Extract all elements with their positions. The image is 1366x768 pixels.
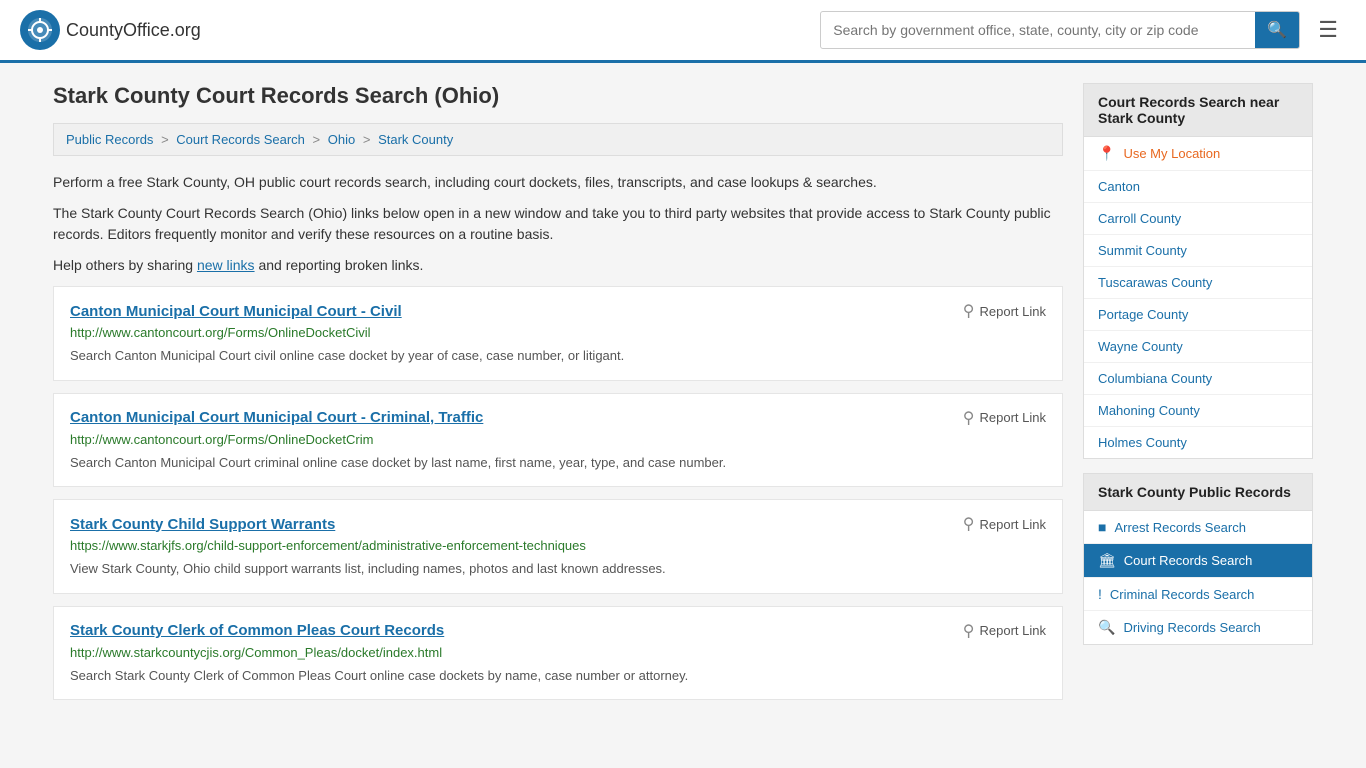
nearby-title: Court Records Search near Stark County — [1084, 84, 1312, 137]
public-record-item[interactable]: ■ Arrest Records Search — [1084, 511, 1312, 544]
nearby-item[interactable]: Portage County — [1084, 299, 1312, 331]
result-item: Canton Municipal Court Municipal Court -… — [53, 286, 1063, 381]
breadcrumb: Public Records > Court Records Search > … — [53, 123, 1063, 156]
location-icon: 📍 — [1098, 145, 1115, 162]
search-input[interactable] — [821, 14, 1255, 46]
result-title[interactable]: Canton Municipal Court Municipal Court -… — [70, 409, 483, 426]
pr-label: Arrest Records Search — [1114, 520, 1246, 535]
public-record-item[interactable]: 🔍 Driving Records Search — [1084, 611, 1312, 644]
public-records-items: ■ Arrest Records Search 🏛 Court Records Sea… — [1084, 511, 1312, 644]
result-desc: Search Canton Municipal Court criminal o… — [70, 453, 1046, 473]
pr-label: Criminal Records Search — [1110, 587, 1255, 602]
breadcrumb-public-records[interactable]: Public Records — [66, 132, 153, 147]
search-bar: 🔍 — [820, 11, 1300, 49]
nearby-link[interactable]: Portage County — [1098, 307, 1188, 322]
result-title-row: Stark County Clerk of Common Pleas Court… — [70, 621, 1046, 641]
nearby-item[interactable]: Holmes County — [1084, 427, 1312, 458]
results-container: Canton Municipal Court Municipal Court -… — [53, 286, 1063, 700]
nearby-item[interactable]: 📍 Use My Location — [1084, 137, 1312, 171]
nearby-link[interactable]: Summit County — [1098, 243, 1187, 258]
page-title: Stark County Court Records Search (Ohio) — [53, 83, 1063, 109]
public-records-title: Stark County Public Records — [1084, 474, 1312, 511]
result-desc: View Stark County, Ohio child support wa… — [70, 559, 1046, 579]
result-title[interactable]: Stark County Child Support Warrants — [70, 516, 335, 533]
public-records-section: Stark County Public Records ■ Arrest Reco… — [1083, 473, 1313, 645]
pr-label: Driving Records Search — [1123, 620, 1260, 635]
result-url[interactable]: https://www.starkjfs.org/child-support-e… — [70, 538, 1046, 553]
nearby-item[interactable]: Tuscarawas County — [1084, 267, 1312, 299]
search-button[interactable]: 🔍 — [1255, 12, 1299, 48]
logo-area: CountyOffice.org — [20, 10, 201, 50]
result-item: Stark County Clerk of Common Pleas Court… — [53, 606, 1063, 701]
report-icon: ⚲ — [963, 514, 975, 534]
result-desc: Search Stark County Clerk of Common Plea… — [70, 666, 1046, 686]
nearby-item[interactable]: Columbiana County — [1084, 363, 1312, 395]
report-icon: ⚲ — [963, 301, 975, 321]
pr-icon: ! — [1098, 586, 1102, 602]
breadcrumb-ohio[interactable]: Ohio — [328, 132, 355, 147]
description-3: Help others by sharing new links and rep… — [53, 255, 1063, 276]
report-link[interactable]: ⚲ Report Link — [963, 621, 1046, 641]
nearby-item[interactable]: Summit County — [1084, 235, 1312, 267]
nearby-items: 📍 Use My Location Canton Carroll County Summ… — [1084, 137, 1312, 458]
report-link[interactable]: ⚲ Report Link — [963, 408, 1046, 428]
nearby-link[interactable]: Holmes County — [1098, 435, 1187, 450]
report-label: Report Link — [980, 304, 1046, 319]
report-icon: ⚲ — [963, 408, 975, 428]
result-title[interactable]: Canton Municipal Court Municipal Court -… — [70, 303, 402, 320]
report-label: Report Link — [980, 517, 1046, 532]
result-title-row: Stark County Child Support Warrants ⚲ Re… — [70, 514, 1046, 534]
use-location-label: Use My Location — [1123, 146, 1220, 161]
result-item: Canton Municipal Court Municipal Court -… — [53, 393, 1063, 488]
result-url[interactable]: http://www.cantoncourt.org/Forms/OnlineD… — [70, 432, 1046, 447]
report-label: Report Link — [980, 410, 1046, 425]
site-header: CountyOffice.org 🔍 ☰ — [0, 0, 1366, 63]
nearby-link[interactable]: Columbiana County — [1098, 371, 1212, 386]
nearby-link[interactable]: Wayne County — [1098, 339, 1183, 354]
pr-label: Court Records Search — [1124, 553, 1253, 568]
description-2: The Stark County Court Records Search (O… — [53, 203, 1063, 245]
sidebar: Court Records Search near Stark County 📍… — [1083, 83, 1313, 712]
result-title[interactable]: Stark County Clerk of Common Pleas Court… — [70, 622, 444, 639]
header-right: 🔍 ☰ — [820, 11, 1346, 49]
nearby-link[interactable]: Tuscarawas County — [1098, 275, 1212, 290]
result-title-row: Canton Municipal Court Municipal Court -… — [70, 408, 1046, 428]
nearby-item[interactable]: Canton — [1084, 171, 1312, 203]
description-1: Perform a free Stark County, OH public c… — [53, 172, 1063, 193]
result-url[interactable]: http://www.starkcountycjis.org/Common_Pl… — [70, 645, 1046, 660]
report-link[interactable]: ⚲ Report Link — [963, 514, 1046, 534]
result-desc: Search Canton Municipal Court civil onli… — [70, 346, 1046, 366]
pr-icon: 🏛 — [1098, 552, 1116, 569]
pr-icon: ■ — [1098, 519, 1106, 535]
nearby-item[interactable]: Wayne County — [1084, 331, 1312, 363]
report-label: Report Link — [980, 623, 1046, 638]
result-url[interactable]: http://www.cantoncourt.org/Forms/OnlineD… — [70, 325, 1046, 340]
logo-text: CountyOffice.org — [66, 20, 201, 41]
result-item: Stark County Child Support Warrants ⚲ Re… — [53, 499, 1063, 594]
logo-icon — [20, 10, 60, 50]
menu-button[interactable]: ☰ — [1310, 13, 1346, 47]
main-container: Stark County Court Records Search (Ohio)… — [33, 63, 1333, 732]
report-icon: ⚲ — [963, 621, 975, 641]
pr-icon: 🔍 — [1098, 619, 1115, 636]
nearby-link[interactable]: Mahoning County — [1098, 403, 1200, 418]
new-links-link[interactable]: new links — [197, 257, 255, 273]
report-link[interactable]: ⚲ Report Link — [963, 301, 1046, 321]
nearby-section: Court Records Search near Stark County 📍… — [1083, 83, 1313, 459]
breadcrumb-stark-county[interactable]: Stark County — [378, 132, 453, 147]
breadcrumb-court-records[interactable]: Court Records Search — [176, 132, 305, 147]
public-record-item[interactable]: 🏛 Court Records Search — [1084, 544, 1312, 578]
content-area: Stark County Court Records Search (Ohio)… — [53, 83, 1063, 712]
public-record-item[interactable]: ! Criminal Records Search — [1084, 578, 1312, 611]
nearby-item[interactable]: Carroll County — [1084, 203, 1312, 235]
result-title-row: Canton Municipal Court Municipal Court -… — [70, 301, 1046, 321]
nearby-link[interactable]: Carroll County — [1098, 211, 1181, 226]
nearby-item[interactable]: Mahoning County — [1084, 395, 1312, 427]
nearby-link[interactable]: Canton — [1098, 179, 1140, 194]
